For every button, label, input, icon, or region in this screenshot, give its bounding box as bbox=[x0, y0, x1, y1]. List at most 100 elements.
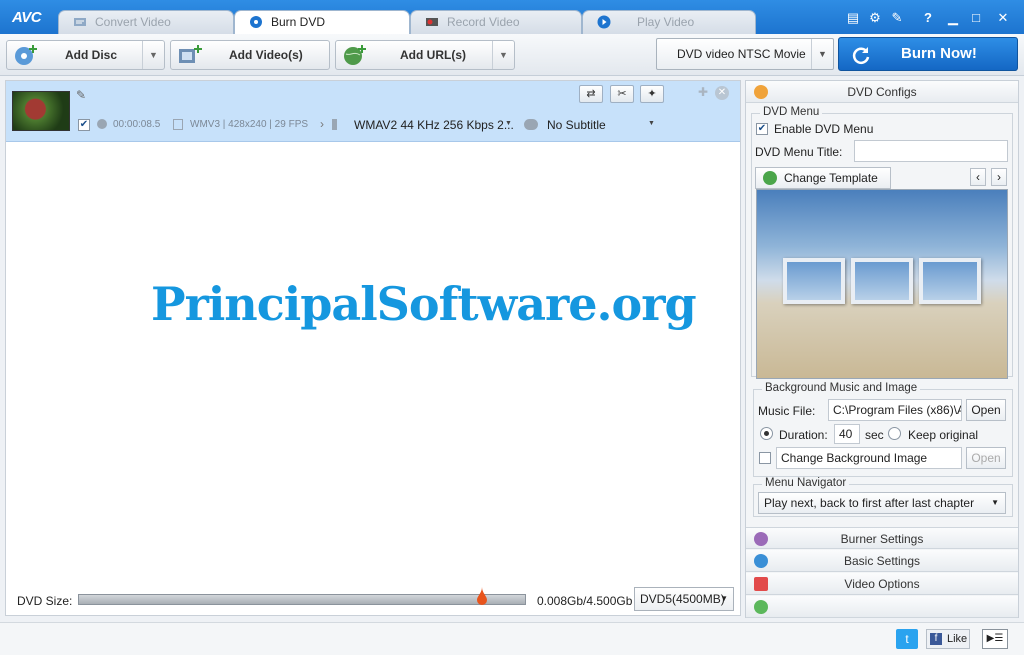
open-music-button[interactable]: Open bbox=[966, 399, 1006, 421]
next-template-button[interactable]: › bbox=[991, 168, 1007, 186]
film-icon bbox=[754, 577, 768, 591]
chevron-down-icon[interactable]: ▼ bbox=[492, 41, 514, 69]
output-profile-value: DVD video NTSC Movie bbox=[677, 47, 806, 61]
film-icon bbox=[173, 119, 183, 130]
play-icon bbox=[597, 15, 611, 29]
menu-navigator-select[interactable]: Play next, back to first after last chap… bbox=[758, 492, 1006, 514]
facebook-like-button[interactable]: f Like bbox=[926, 629, 970, 649]
audio-track-select[interactable]: WMAV2 44 KHz 256 Kbps 2... bbox=[354, 118, 514, 132]
chevron-down-icon[interactable]: ▼ bbox=[505, 120, 512, 127]
scissors-icon[interactable]: ✂ bbox=[610, 85, 634, 103]
footer-bar: t f Like ▶☰ bbox=[0, 622, 1024, 655]
duration-radio[interactable] bbox=[760, 427, 773, 440]
burner-settings-header[interactable]: Burner Settings bbox=[746, 527, 1018, 549]
tab-convert-video[interactable]: Convert Video bbox=[58, 10, 234, 34]
menu-navigator-value: Play next, back to first after last chap… bbox=[764, 496, 975, 510]
maximize-button[interactable]: □ bbox=[967, 9, 985, 27]
tab-label: Burn DVD bbox=[271, 15, 326, 29]
disc-type-value: DVD5(4500MB) bbox=[640, 592, 725, 606]
basic-settings-header[interactable]: Basic Settings bbox=[746, 550, 1018, 572]
video-list-panel: ✎ ✔ 00:00:08.5 WMV3 | 428x240 | 29 FPS ›… bbox=[5, 80, 741, 616]
add-disc-label: Add Disc bbox=[65, 48, 118, 62]
enable-dvd-menu-checkbox[interactable]: ✔ bbox=[756, 123, 768, 135]
dvd-configs-header[interactable]: DVD Configs bbox=[746, 81, 1018, 103]
minimize-button[interactable]: ▁ bbox=[944, 9, 962, 27]
wrench-icon[interactable]: ✎ bbox=[888, 9, 906, 27]
magic-wand-icon[interactable]: ✦ bbox=[640, 85, 664, 103]
tab-burn-dvd[interactable]: Burn DVD bbox=[234, 10, 410, 35]
music-file-label: Music File: bbox=[758, 404, 816, 418]
keep-original-label: Keep original bbox=[908, 428, 979, 442]
close-button[interactable]: ✕ bbox=[994, 9, 1012, 27]
add-url-button[interactable]: Add URL(s) ▼ bbox=[335, 40, 515, 70]
dvd-size-value: 0.008Gb/4.500Gb bbox=[537, 594, 633, 608]
duration-input[interactable]: 40 bbox=[834, 424, 860, 444]
tab-label: Convert Video bbox=[95, 15, 171, 29]
convert-video-icon bbox=[74, 18, 86, 26]
move-icon[interactable]: ✚ bbox=[698, 85, 708, 99]
pencil-icon bbox=[763, 171, 777, 185]
tab-play-video[interactable]: Play Video bbox=[582, 10, 756, 34]
burner-settings-label: Burner Settings bbox=[840, 532, 924, 546]
chevron-down-icon: ▼ bbox=[811, 39, 833, 69]
menu-navigator-group-label: Menu Navigator bbox=[762, 477, 850, 489]
change-template-label: Change Template bbox=[784, 171, 878, 185]
video-list-item[interactable]: ✎ ✔ 00:00:08.5 WMV3 | 428x240 | 29 FPS ›… bbox=[6, 81, 740, 142]
burn-now-button[interactable]: Burn Now! bbox=[838, 37, 1018, 71]
template-frame bbox=[919, 258, 981, 304]
change-template-button[interactable]: Change Template bbox=[755, 167, 891, 189]
disc-icon bbox=[250, 16, 262, 28]
add-videos-button[interactable]: Add Video(s) bbox=[170, 40, 330, 70]
change-background-field[interactable]: Change Background Image bbox=[776, 447, 962, 469]
basic-settings-label: Basic Settings bbox=[843, 554, 921, 568]
add-disc-button[interactable]: Add Disc ▼ bbox=[6, 40, 165, 70]
settings-panel: DVD Configs DVD Menu ✔ Enable DVD Menu D… bbox=[745, 80, 1019, 618]
disc-type-select[interactable]: DVD5(4500MB) ▼ bbox=[634, 587, 734, 611]
video-checkbox[interactable]: ✔ bbox=[78, 119, 90, 131]
remove-icon[interactable]: ✕ bbox=[715, 86, 729, 100]
flame-icon bbox=[754, 85, 768, 99]
dvd-size-meter bbox=[78, 594, 526, 605]
help-button[interactable]: ? bbox=[919, 9, 937, 27]
output-profile-select[interactable]: DVD video NTSC Movie ▼ bbox=[656, 38, 834, 70]
video-thumbnail bbox=[12, 91, 70, 131]
task-list-icon[interactable]: ▶☰ bbox=[982, 629, 1008, 649]
video-info: WMV3 | 428x240 | 29 FPS bbox=[190, 119, 309, 130]
subtitle-select[interactable]: No Subtitle bbox=[547, 118, 606, 132]
title-bar: AVC Convert Video Burn DVD Record Video … bbox=[0, 0, 1024, 35]
template-preview bbox=[756, 189, 1008, 379]
list-icon[interactable]: ▤ bbox=[844, 9, 862, 27]
change-background-checkbox[interactable] bbox=[759, 452, 771, 464]
add-videos-label: Add Video(s) bbox=[229, 48, 303, 62]
dvd-size-bar: DVD Size: 0.008Gb/4.500Gb DVD5(4500MB) ▼ bbox=[6, 583, 740, 615]
convert-icon[interactable]: ⇄ bbox=[579, 85, 603, 103]
keep-original-radio[interactable] bbox=[888, 427, 901, 440]
burner-icon bbox=[754, 532, 768, 546]
gear-icon[interactable]: ⚙ bbox=[866, 9, 884, 27]
dvd-menu-group-label: DVD Menu bbox=[760, 106, 823, 118]
speaker-icon bbox=[332, 119, 344, 130]
dvd-menu-title-input[interactable] bbox=[854, 140, 1008, 162]
background-music-group-label: Background Music and Image bbox=[762, 382, 921, 394]
facebook-icon: f bbox=[930, 633, 942, 645]
speaker-icon bbox=[754, 600, 768, 614]
clock-icon bbox=[97, 119, 107, 129]
app-logo: AVC bbox=[12, 9, 42, 26]
music-file-input[interactable]: C:\Program Files (x86)\A bbox=[828, 399, 962, 421]
record-icon bbox=[426, 18, 438, 26]
edit-icon[interactable]: ✎ bbox=[76, 88, 86, 102]
film-add-icon bbox=[179, 45, 202, 63]
open-background-button[interactable]: Open bbox=[966, 447, 1006, 469]
watermark-text: PrincipalSoftware.org bbox=[151, 277, 697, 331]
size-limit-marker-icon bbox=[477, 587, 487, 605]
video-options-header[interactable]: Video Options bbox=[746, 573, 1018, 595]
tab-record-video[interactable]: Record Video bbox=[410, 10, 582, 34]
audio-options-header[interactable] bbox=[746, 596, 1018, 618]
previous-template-button[interactable]: ‹ bbox=[970, 168, 986, 186]
video-duration: 00:00:08.5 bbox=[113, 119, 161, 130]
dvd-menu-title-label: DVD Menu Title: bbox=[755, 145, 843, 159]
chevron-down-icon[interactable]: ▼ bbox=[142, 41, 164, 69]
twitter-icon[interactable]: t bbox=[896, 629, 918, 649]
chevron-down-icon[interactable]: ▼ bbox=[648, 120, 655, 127]
template-frame bbox=[783, 258, 845, 304]
